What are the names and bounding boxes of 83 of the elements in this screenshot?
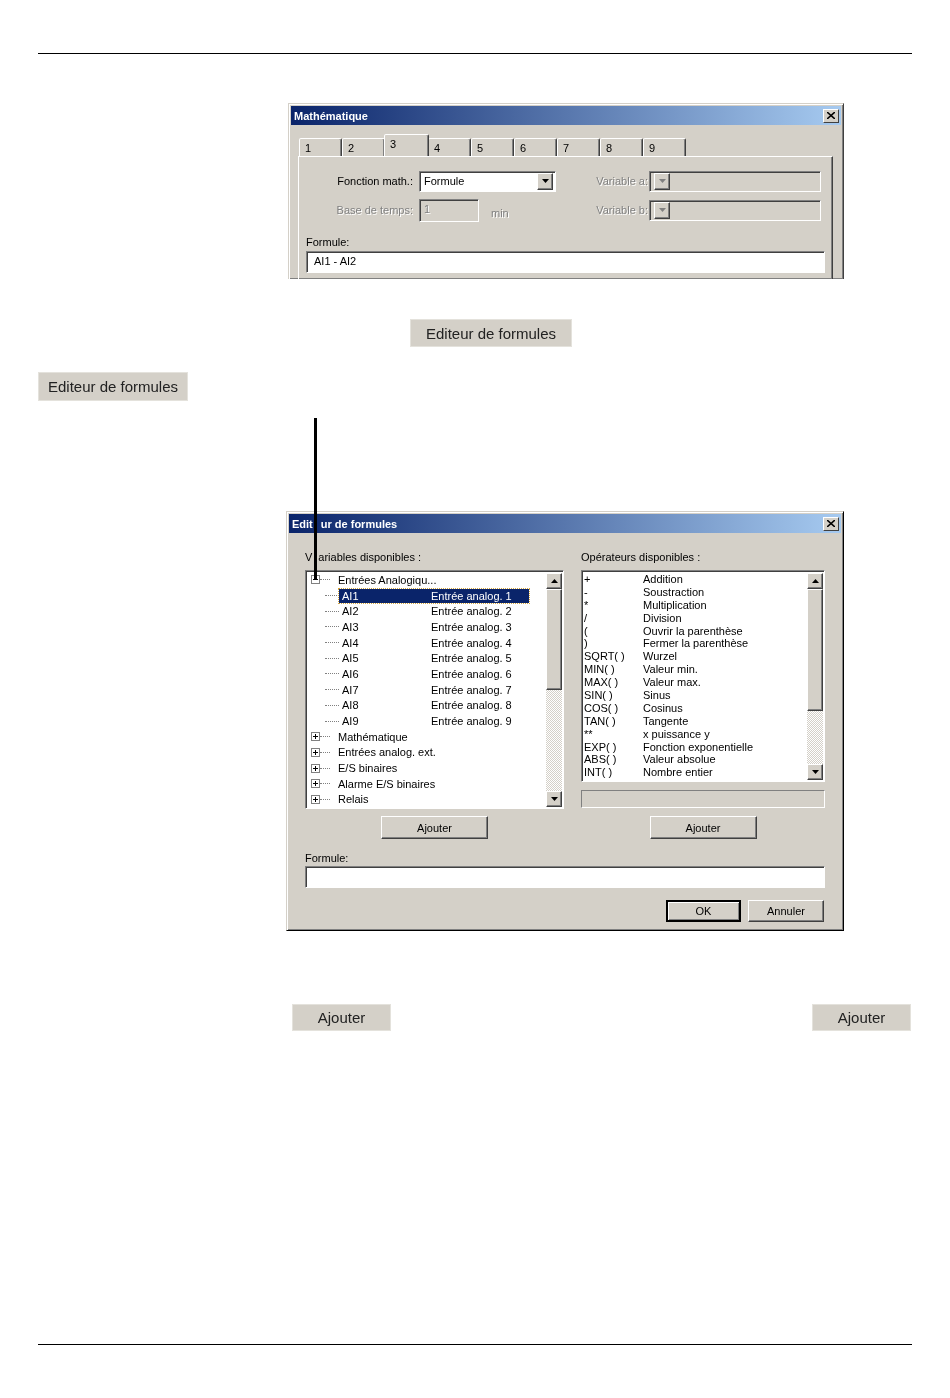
- list-item[interactable]: ( Ouvrir la parenthèse: [582, 624, 807, 638]
- add-button[interactable]: Ajouter: [649, 816, 757, 839]
- down-arrow-icon: [550, 797, 558, 801]
- scrollbar[interactable]: [807, 573, 823, 780]
- formula-field[interactable]: AI1 - AI2: [306, 251, 825, 273]
- list-item[interactable]: COS( ) Cosinus: [582, 701, 807, 715]
- list-item[interactable]: * Multiplication: [582, 598, 807, 612]
- tab[interactable]: 2: [342, 138, 385, 156]
- tree-item[interactable]: AI7 Entrée analog. 7: [339, 682, 529, 697]
- scroll-button[interactable]: [807, 573, 823, 589]
- tab[interactable]: 8: [600, 138, 643, 156]
- tab[interactable]: 4: [428, 138, 471, 156]
- tree-item[interactable]: AI2 Entrée analog. 2: [339, 604, 529, 619]
- list-label: ariables disponibles :: [318, 551, 422, 565]
- tree-item[interactable]: Mathématique: [338, 730, 408, 743]
- expand-icon[interactable]: [311, 747, 320, 757]
- up-arrow-icon: [811, 579, 819, 583]
- tab[interactable]: 7: [557, 138, 600, 156]
- tab[interactable]: 9: [643, 138, 686, 156]
- add-button[interactable]: Ajouter: [292, 1004, 391, 1031]
- dropdown[interactable]: Formule: [419, 170, 556, 192]
- add-button[interactable]: Ajouter: [381, 816, 488, 839]
- up-arrow-icon: [550, 579, 558, 583]
- list-item[interactable]: SQRT( ) Wurzel: [582, 650, 807, 664]
- editor-button[interactable]: Editeur de formules: [410, 319, 572, 347]
- field-label: Fonction math.:: [336, 175, 413, 187]
- close-button[interactable]: [823, 108, 839, 123]
- expand-icon[interactable]: [311, 732, 320, 742]
- window-title: Edit: [292, 517, 313, 530]
- scroll-button[interactable]: [546, 791, 562, 807]
- list-item[interactable]: MIN( ) Valeur min.: [582, 663, 807, 677]
- field-label: Variable b:: [595, 204, 648, 216]
- field-label: Variable a:: [595, 175, 648, 187]
- tree-item[interactable]: AI3 Entrée analog. 3: [339, 619, 529, 634]
- tree-item[interactable]: AI5 Entrée analog. 5: [339, 651, 529, 666]
- close-icon: [827, 112, 835, 119]
- list-item[interactable]: / Division: [582, 611, 807, 625]
- ok-button[interactable]: OK: [666, 900, 741, 922]
- expand-icon[interactable]: [311, 763, 320, 773]
- list-item[interactable]: + Addition: [582, 573, 807, 586]
- close-icon: [827, 520, 835, 527]
- tree-item[interactable]: AI1 Entrée analog. 1: [339, 588, 529, 603]
- tree-item[interactable]: Entrées Analogiqu...: [338, 573, 437, 586]
- tab[interactable]: 1: [299, 138, 342, 156]
- cancel-button[interactable]: Annuler: [748, 900, 824, 922]
- list-item[interactable]: - Soustraction: [582, 585, 807, 599]
- field-label: Base de temps:: [335, 204, 413, 216]
- editor-button[interactable]: Editeur de formules: [38, 372, 188, 401]
- tree-item[interactable]: Entrées analog. ext.: [338, 746, 436, 759]
- list-item[interactable]: SIN( ) Sinus: [582, 689, 807, 702]
- list-item[interactable]: TAN( ) Tangente: [582, 714, 807, 728]
- tab[interactable]: 3: [384, 134, 429, 156]
- list-label: V: [305, 551, 313, 565]
- list-item[interactable]: ABS( ) Valeur absolue: [582, 753, 807, 767]
- list-item[interactable]: ** x puissance y: [582, 727, 807, 741]
- scrollbar[interactable]: [546, 573, 562, 807]
- tab[interactable]: 6: [514, 138, 557, 156]
- tree-item[interactable]: Relais: [338, 793, 369, 806]
- expand-icon[interactable]: [311, 794, 320, 804]
- window-title: ur de formules: [320, 517, 398, 530]
- close-button[interactable]: [823, 516, 839, 531]
- tree-item[interactable]: AI9 Entrée analog. 9: [339, 714, 529, 729]
- list-item[interactable]: MAX( ) Valeur max.: [582, 676, 807, 689]
- add-button[interactable]: Ajouter: [812, 1004, 911, 1031]
- field-label: Formule:: [305, 852, 350, 864]
- list-item[interactable]: INT( ) Nombre entier: [582, 766, 807, 780]
- list-item[interactable]: EXP( ) Fonction exponentielle: [582, 740, 807, 754]
- formula-field[interactable]: [305, 866, 825, 888]
- expand-icon[interactable]: [311, 779, 320, 789]
- list-label: Opérateurs disponibles :: [581, 551, 702, 565]
- tab[interactable]: 5: [471, 138, 514, 156]
- list-item[interactable]: ) Fermer la parenthèse: [582, 637, 807, 651]
- tree-item[interactable]: E/S binaires: [338, 762, 398, 775]
- tree-item[interactable]: AI8 Entrée analog. 8: [339, 698, 529, 713]
- down-arrow-icon: [811, 770, 819, 774]
- tree-item[interactable]: AI4 Entrée analog. 4: [339, 635, 529, 650]
- scroll-button[interactable]: [546, 573, 562, 589]
- scroll-button[interactable]: [807, 764, 823, 780]
- unit-label: min: [491, 206, 510, 219]
- tree-item[interactable]: AI6 Entrée analog. 6: [339, 666, 529, 681]
- tree-item[interactable]: Alarme E/S binaires: [338, 777, 436, 790]
- window-title: Mathématique: [294, 109, 368, 122]
- field-label: Formule:: [306, 236, 351, 248]
